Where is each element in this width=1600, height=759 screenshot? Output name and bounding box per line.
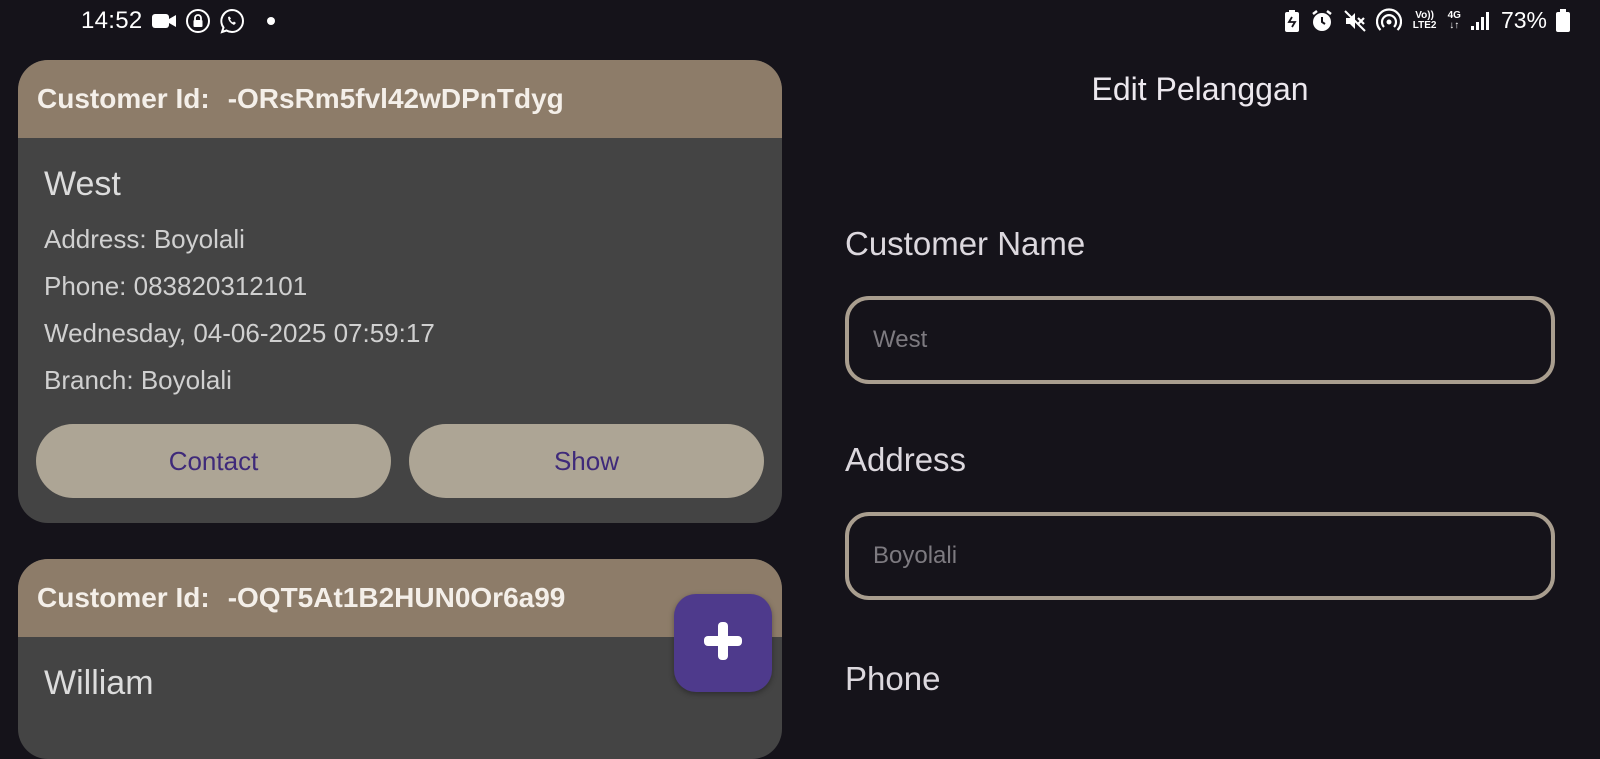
phone-label: Phone — [845, 660, 941, 697]
customer-card-header: Customer Id: -OQT5At1B2HUN0Or6a99 — [18, 559, 782, 637]
network-type-indicator: 4G ↓↑ — [1448, 10, 1461, 31]
customer-phone: Phone: 083820312101 — [44, 271, 308, 301]
show-button[interactable]: Show — [409, 424, 764, 498]
alarm-icon — [1310, 9, 1334, 33]
mute-icon — [1343, 9, 1367, 33]
data-arrows-icon: ↓↑ — [1449, 19, 1460, 31]
address-input[interactable] — [845, 512, 1555, 600]
status-bar: 14:52 Vo)) LTE2 4G ↓↑ 73% — [0, 0, 1600, 44]
edit-customer-form: Edit Pelanggan Customer Name Address Pho… — [845, 44, 1555, 720]
customer-card-body: William — [18, 637, 782, 701]
customer-name: William — [44, 664, 154, 702]
customer-address: Address: Boyolali — [44, 224, 245, 254]
address-label: Address — [845, 441, 967, 478]
battery-percentage: 73% — [1500, 7, 1547, 33]
customer-name: West — [44, 165, 121, 203]
add-customer-button[interactable] — [674, 594, 772, 692]
signal-icon — [1470, 11, 1492, 31]
customer-name-input[interactable] — [845, 296, 1555, 384]
customer-card-actions: Contact Show — [36, 424, 764, 498]
customer-card-header: Customer Id: -ORsRm5fvl42wDPnTdyg — [18, 60, 782, 138]
status-time: 14:52 — [81, 7, 143, 34]
battery-saver-icon — [1283, 9, 1301, 33]
customer-card: Customer Id: -OQT5At1B2HUN0Or6a99 Willia… — [18, 559, 782, 759]
customer-datetime: Wednesday, 04-06-2025 07:59:17 — [44, 318, 435, 348]
battery-icon — [1556, 8, 1570, 33]
contact-button[interactable]: Contact — [36, 424, 391, 498]
customer-id-label: Customer Id: — [37, 83, 210, 114]
form-title: Edit Pelanggan — [1091, 71, 1309, 107]
vpn-lock-icon — [185, 8, 211, 34]
notification-dot-icon — [266, 17, 275, 25]
customer-card: Customer Id: -ORsRm5fvl42wDPnTdyg West A… — [18, 60, 782, 523]
status-bar-right: Vo)) LTE2 4G ↓↑ 73% — [1283, 7, 1570, 34]
customer-id-value: -OQT5At1B2HUN0Or6a99 — [227, 582, 566, 613]
video-camera-icon — [151, 11, 177, 31]
customer-card-body: West Address: Boyolali Phone: 0838203121… — [18, 138, 782, 395]
customer-branch: Branch: Boyolali — [44, 365, 232, 395]
whatsapp-icon — [219, 8, 245, 34]
plus-icon — [701, 619, 745, 668]
hotspot-icon — [1375, 7, 1402, 34]
customer-name-label: Customer Name — [845, 225, 1086, 262]
volte-indicator: Vo)) LTE2 — [1412, 9, 1437, 31]
customer-id-value: -ORsRm5fvl42wDPnTdyg — [227, 83, 564, 114]
status-bar-left: 14:52 — [81, 7, 275, 35]
customer-id-label: Customer Id: — [37, 582, 210, 613]
